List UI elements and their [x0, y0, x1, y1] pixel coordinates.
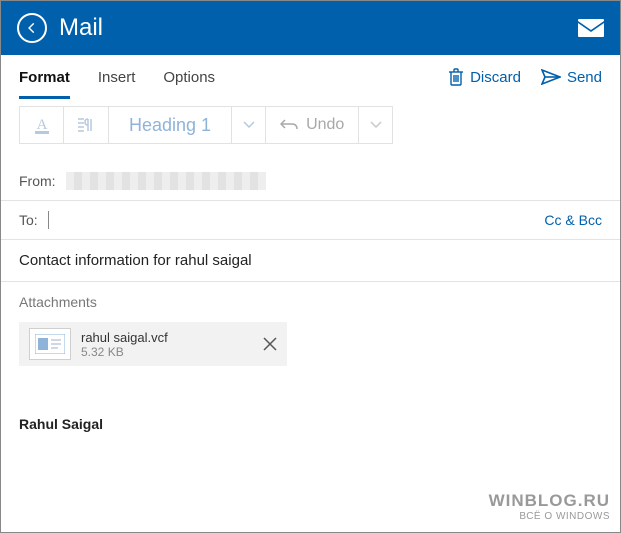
signature-line: Rahul Saigal — [19, 416, 602, 432]
message-body[interactable]: Rahul Saigal — [1, 366, 620, 432]
watermark-line1: WINBLOG.RU — [489, 491, 610, 511]
font-color-button[interactable]: A — [20, 107, 64, 143]
paragraph-button[interactable] — [64, 107, 108, 143]
watermark: WINBLOG.RU ВСЁ О WINDOWS — [489, 491, 610, 522]
attachments-label: Attachments — [1, 282, 620, 318]
tab-options[interactable]: Options — [163, 55, 215, 99]
to-row: To: Cc & Bcc — [1, 201, 620, 240]
undo-icon — [280, 118, 298, 132]
undo-button[interactable]: Undo — [266, 107, 358, 143]
from-label: From: — [19, 173, 56, 189]
to-label: To: — [19, 212, 38, 228]
discard-label: Discard — [470, 69, 521, 86]
font-tools: A — [19, 106, 109, 144]
vcard-icon — [29, 328, 71, 360]
tab-insert[interactable]: Insert — [98, 55, 136, 99]
discard-button[interactable]: Discard — [448, 68, 521, 86]
back-button[interactable] — [17, 13, 47, 43]
title-bar: Mail — [1, 1, 620, 55]
compose-actions: Discard Send — [448, 68, 602, 86]
undo-dropdown-chevron[interactable] — [358, 107, 392, 143]
attachment-info: rahul saigal.vcf 5.32 KB — [81, 330, 168, 359]
undo-group: Undo — [265, 106, 393, 144]
from-row: From: — [1, 162, 620, 201]
compose-pane: Format Insert Options Discard Send A — [1, 55, 620, 532]
ribbon-tabs-row: Format Insert Options Discard Send — [1, 55, 620, 100]
font-color-icon: A — [32, 114, 52, 136]
subject-field[interactable]: Contact information for rahul saigal — [1, 240, 620, 282]
to-input[interactable] — [48, 211, 545, 229]
chevron-down-icon — [370, 121, 382, 129]
send-button[interactable]: Send — [541, 69, 602, 86]
svg-text:A: A — [36, 117, 47, 133]
style-dropdown[interactable]: Heading 1 — [108, 106, 266, 144]
format-toolbar: A Heading 1 Undo — [1, 100, 620, 154]
close-icon — [263, 337, 277, 351]
paragraph-icon — [76, 117, 96, 133]
cc-bcc-link[interactable]: Cc & Bcc — [544, 212, 602, 228]
mail-icon — [578, 19, 604, 37]
style-dropdown-label: Heading 1 — [109, 115, 231, 136]
from-value-redacted — [66, 172, 266, 190]
remove-attachment-button[interactable] — [263, 337, 277, 351]
watermark-line2: ВСЁ О WINDOWS — [489, 511, 610, 522]
app-title: Mail — [59, 14, 103, 42]
style-dropdown-chevron[interactable] — [231, 107, 265, 143]
arrow-left-icon — [25, 21, 39, 35]
trash-icon — [448, 68, 464, 86]
tab-format[interactable]: Format — [19, 55, 70, 99]
send-label: Send — [567, 69, 602, 86]
undo-label: Undo — [306, 116, 344, 134]
attachment-name: rahul saigal.vcf — [81, 330, 168, 345]
attachment-item[interactable]: rahul saigal.vcf 5.32 KB — [19, 322, 287, 366]
ribbon-tabs: Format Insert Options — [19, 55, 215, 99]
attachment-size: 5.32 KB — [81, 345, 168, 359]
chevron-down-icon — [243, 121, 255, 129]
send-icon — [541, 69, 561, 85]
